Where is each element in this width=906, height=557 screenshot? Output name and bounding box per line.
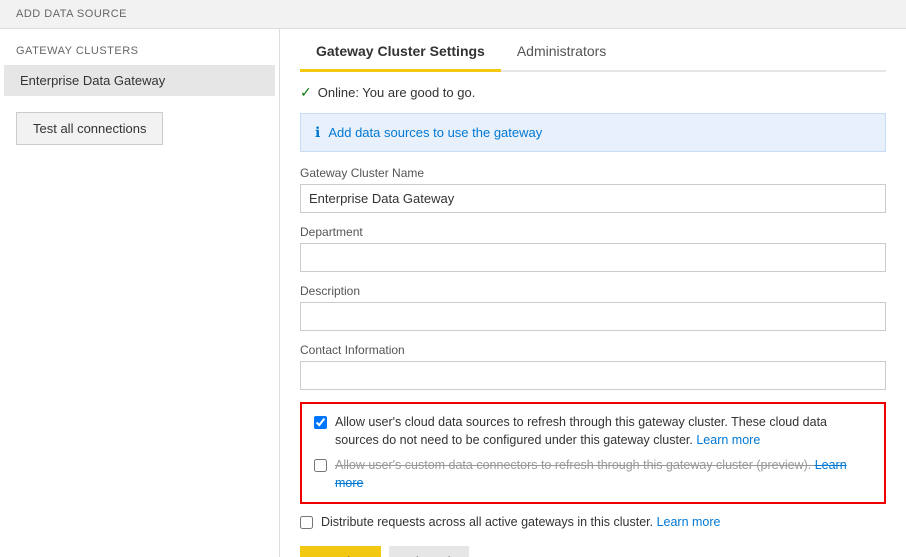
sidebar-item-enterprise-data-gateway[interactable]: Enterprise Data Gateway bbox=[4, 65, 275, 96]
field-label-cluster-name: Gateway Cluster Name bbox=[300, 166, 886, 180]
checkbox-label-cloud-data-sources: Allow user's cloud data sources to refre… bbox=[335, 414, 872, 449]
top-bar: ADD DATA SOURCE bbox=[0, 0, 906, 29]
field-label-contact-info: Contact Information bbox=[300, 343, 886, 357]
status-bar: ✓ Online: You are good to go. bbox=[300, 84, 886, 101]
discard-button[interactable]: Discard bbox=[389, 546, 469, 557]
main-layout: GATEWAY CLUSTERS Enterprise Data Gateway… bbox=[0, 29, 906, 557]
checkbox-label-custom-connectors: Allow user's custom data connectors to r… bbox=[335, 457, 872, 492]
field-input-cluster-name[interactable] bbox=[300, 184, 886, 213]
top-bar-title: ADD DATA SOURCE bbox=[16, 8, 127, 20]
field-group-contact-info: Contact Information bbox=[300, 343, 886, 390]
tabs: Gateway Cluster Settings Administrators bbox=[300, 29, 886, 72]
checkbox-distribute-requests[interactable] bbox=[300, 516, 313, 529]
field-label-department: Department bbox=[300, 225, 886, 239]
tab-gateway-cluster-settings[interactable]: Gateway Cluster Settings bbox=[300, 29, 501, 72]
field-group-description: Description bbox=[300, 284, 886, 331]
highlighted-checkbox-section: Allow user's cloud data sources to refre… bbox=[300, 402, 886, 504]
status-checkmark: ✓ bbox=[300, 84, 312, 101]
checkbox-row-distribute: Distribute requests across all active ga… bbox=[300, 514, 886, 532]
checkbox-custom-connectors[interactable] bbox=[314, 459, 327, 472]
sidebar: GATEWAY CLUSTERS Enterprise Data Gateway… bbox=[0, 29, 280, 557]
field-group-cluster-name: Gateway Cluster Name bbox=[300, 166, 886, 213]
info-icon: ℹ bbox=[315, 124, 320, 141]
status-text: Online: You are good to go. bbox=[318, 85, 476, 100]
field-label-description: Description bbox=[300, 284, 886, 298]
field-input-description[interactable] bbox=[300, 302, 886, 331]
checkbox-cloud-data-sources[interactable] bbox=[314, 416, 327, 429]
learn-more-link-distribute[interactable]: Learn more bbox=[657, 515, 721, 529]
apply-button[interactable]: Apply bbox=[300, 546, 381, 557]
content-area: Gateway Cluster Settings Administrators … bbox=[280, 29, 906, 557]
field-input-contact-info[interactable] bbox=[300, 361, 886, 390]
add-data-sources-link[interactable]: Add data sources to use the gateway bbox=[328, 125, 542, 140]
sidebar-item-label: Enterprise Data Gateway bbox=[20, 73, 165, 88]
test-all-connections-button[interactable]: Test all connections bbox=[16, 112, 163, 145]
info-banner: ℹ Add data sources to use the gateway bbox=[300, 113, 886, 152]
action-bar: Apply Discard bbox=[300, 546, 886, 557]
checkbox-label-distribute: Distribute requests across all active ga… bbox=[321, 514, 721, 532]
sidebar-section-title: GATEWAY CLUSTERS bbox=[0, 45, 279, 65]
checkbox-row-custom-connectors: Allow user's custom data connectors to r… bbox=[314, 457, 872, 492]
checkbox-row-cloud-data-sources: Allow user's cloud data sources to refre… bbox=[314, 414, 872, 449]
learn-more-link-cloud[interactable]: Learn more bbox=[696, 433, 760, 447]
tab-administrators[interactable]: Administrators bbox=[501, 29, 622, 72]
field-input-department[interactable] bbox=[300, 243, 886, 272]
field-group-department: Department bbox=[300, 225, 886, 272]
